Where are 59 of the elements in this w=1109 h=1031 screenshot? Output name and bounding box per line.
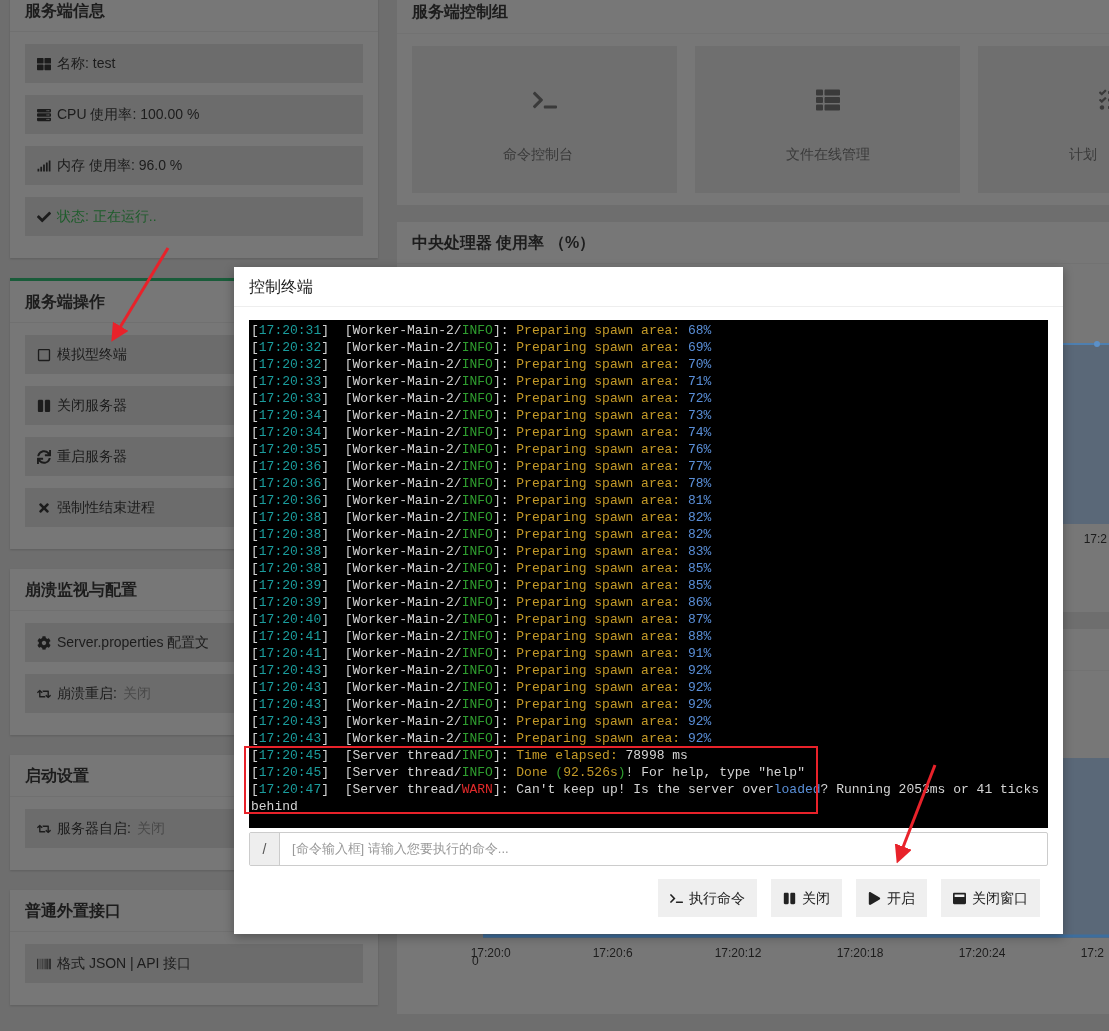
log-line: [17:20:39] [Worker-Main-2/INFO]: Preparing spawn area: 86% <box>251 594 713 611</box>
dialog-button[interactable]: 执行命令 <box>658 879 757 917</box>
setting-label: 崩溃重启: <box>57 684 117 703</box>
log-line: [17:20:39] [Worker-Main-2/INFO]: Preparing spawn area: 85% <box>251 577 713 594</box>
info-row[interactable]: 内存 使用率: 96.0 % <box>25 146 363 185</box>
axis-tick-label: 17:2 <box>1083 531 1107 548</box>
info-row[interactable]: 格式 JSON | API 接口 <box>25 944 363 983</box>
axis-tick-label: 17:2 <box>1080 946 1105 960</box>
log-line: [17:20:43] [Worker-Main-2/INFO]: Preparing spawn area: 92% <box>251 730 713 747</box>
dialog-title: 控制终端 <box>249 276 313 297</box>
panel-title: 崩溃监视与配置 <box>25 579 137 600</box>
grid-icon <box>37 56 51 71</box>
panel-title: 启动设置 <box>25 765 89 786</box>
panel-title: 普通外置接口 <box>25 900 121 921</box>
axis-tick-label: 17:20:24 <box>958 946 1006 960</box>
row-label: Server.properties 配置文 <box>57 633 210 652</box>
row-label: 内存 使用率: 96.0 % <box>57 156 183 175</box>
axis-tick-label: 17:20:12 <box>714 946 762 960</box>
play-icon <box>868 891 881 905</box>
status-text: 状态: 正在运行.. <box>57 207 157 226</box>
refresh-icon <box>37 449 51 464</box>
dialog-button[interactable]: 开启 <box>856 879 927 917</box>
panel-title: 服务端控制组 <box>412 1 508 22</box>
axis-tick-label: 17:20:18 <box>836 946 884 960</box>
log-line: [17:20:38] [Worker-Main-2/INFO]: Preparing spawn area: 83% <box>251 543 713 560</box>
server-icon <box>37 107 51 122</box>
log-line: [17:20:43] [Worker-Main-2/INFO]: Preparing spawn area: 92% <box>251 713 713 730</box>
pause-icon <box>37 398 51 413</box>
log-line: [17:20:38] [Worker-Main-2/INFO]: Preparing spawn area: 82% <box>251 526 713 543</box>
setting-label: 服务器自启: <box>57 819 131 838</box>
log-line: [17:20:38] [Worker-Main-2/INFO]: Preparing spawn area: 85% <box>251 560 713 577</box>
row-label: 格式 JSON | API 接口 <box>57 954 192 973</box>
close-icon <box>37 500 51 515</box>
row-label: 强制性结束进程 <box>57 498 155 517</box>
row-label: 模拟型终端 <box>57 345 127 364</box>
panel-title: 中央处理器 使用率 （%） <box>412 232 596 253</box>
row-label: 重启服务器 <box>57 447 127 466</box>
log-line: [17:20:45] [Server thread/INFO]: Done (92.526s)! For help, type "help" <box>251 764 806 781</box>
row-label: CPU 使用率: 100.00 % <box>57 105 200 124</box>
row-label: 名称: test <box>57 54 116 73</box>
terminal-icon <box>670 891 683 905</box>
axis-tick-label: 17:20:6 <box>592 946 633 960</box>
check-icon <box>37 209 51 224</box>
panel-title: 服务端操作 <box>25 291 105 312</box>
info-row[interactable]: 名称: test <box>25 44 363 83</box>
dialog-button[interactable]: 关闭窗口 <box>941 879 1040 917</box>
dialog-button[interactable]: 关闭 <box>771 879 842 917</box>
settings-icon <box>37 635 51 650</box>
bars-icon <box>37 158 51 173</box>
row-label: 关闭服务器 <box>57 396 127 415</box>
list-icon <box>815 88 840 112</box>
barcode-icon <box>37 956 51 971</box>
panel-title: 服务端信息 <box>25 0 105 21</box>
log-line: [17:20:45] [Server thread/INFO]: Time elapsed: 78998 ms <box>251 747 689 764</box>
window-icon <box>953 891 966 905</box>
info-row[interactable]: CPU 使用率: 100.00 % <box>25 95 363 134</box>
pause-icon <box>783 891 796 905</box>
command-field[interactable]: / [命令输入框] 请输入您要执行的命令... <box>249 832 1048 866</box>
input-prefix: / <box>250 833 280 865</box>
